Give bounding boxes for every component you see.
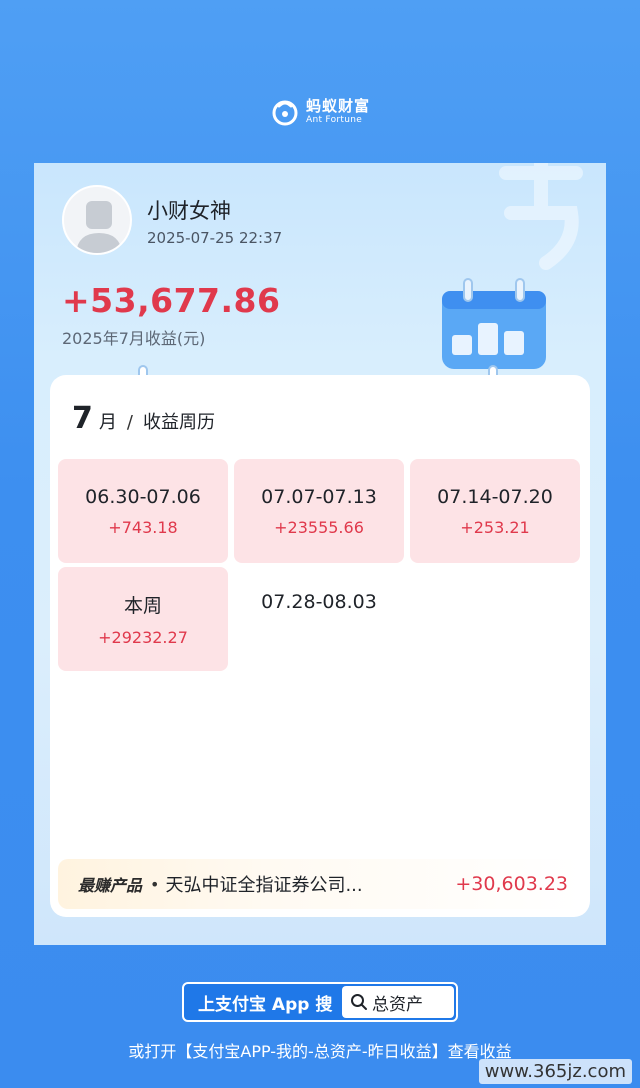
- search-query: 总资产: [372, 994, 423, 1015]
- avatar[interactable]: [62, 185, 132, 255]
- monthly-income-label: 2025年7月收益(元): [62, 329, 206, 348]
- search-icon: [351, 994, 367, 1010]
- search-box[interactable]: 总资产: [342, 986, 454, 1018]
- panel-month-unit: 月: [98, 412, 117, 433]
- top-product-row[interactable]: 最赚产品 • 天弘中证全指证券公司... +30,603.23: [58, 859, 582, 909]
- week-income: +29232.27: [98, 628, 188, 647]
- week-cell[interactable]: 07.07-07.13 +23555.66: [234, 459, 404, 563]
- brand-name-en: Ant Fortune: [305, 115, 363, 125]
- week-cell-current[interactable]: 本周 +29232.27: [58, 567, 228, 671]
- week-cell[interactable]: 06.30-07.06 +743.18: [58, 459, 228, 563]
- report-timestamp: 2025-07-25 22:37: [147, 229, 283, 247]
- panel-month: 7: [72, 401, 93, 436]
- user-name: 小财女神: [147, 199, 231, 223]
- top-product-value: +30,603.23: [455, 873, 568, 895]
- user-silhouette-icon: [76, 201, 122, 253]
- week-cell-future[interactable]: 07.28-08.03: [234, 567, 404, 671]
- panel-title-label: 收益周历: [142, 412, 215, 433]
- monthly-income-value: +53,677.86: [62, 281, 281, 320]
- week-range: 本周: [123, 595, 162, 617]
- ant-fortune-logo-icon: [270, 97, 300, 127]
- panel-title-separator: /: [126, 412, 133, 433]
- week-range: 07.28-08.03: [261, 591, 377, 613]
- panel-title: 7 月 / 收益周历: [72, 401, 215, 436]
- calendar-chart-icon: [434, 273, 554, 373]
- top-product-name: 天弘中证全指证券公司...: [165, 875, 363, 896]
- brand-name-cn: 蚂蚁财富: [305, 97, 370, 115]
- alipay-search-prompt[interactable]: 上支付宝 App 搜 总资产: [182, 982, 458, 1022]
- week-income: +253.21: [460, 517, 530, 537]
- week-cell[interactable]: 07.14-07.20 +253.21: [410, 459, 580, 563]
- week-income: +743.18: [108, 517, 178, 537]
- weekly-calendar-panel: 7 月 / 收益周历 06.30-07.06 +743.18 07.07-07.…: [50, 375, 590, 917]
- site-watermark: www.365jz.com: [478, 1059, 632, 1084]
- week-range: 07.14-07.20: [437, 485, 553, 508]
- income-card: 小财女神 2025-07-25 22:37 +53,677.86 2025年7月…: [34, 163, 606, 945]
- week-range: 07.07-07.13: [261, 485, 377, 508]
- bullet-dot-icon: •: [150, 874, 160, 894]
- brand-header: 蚂蚁财富 Ant Fortune: [0, 92, 640, 132]
- week-range: 06.30-07.06: [85, 485, 201, 508]
- top-product-badge: 最赚产品: [78, 876, 143, 895]
- search-prompt-label: 上支付宝 App 搜: [198, 994, 333, 1015]
- week-income: +23555.66: [274, 517, 364, 537]
